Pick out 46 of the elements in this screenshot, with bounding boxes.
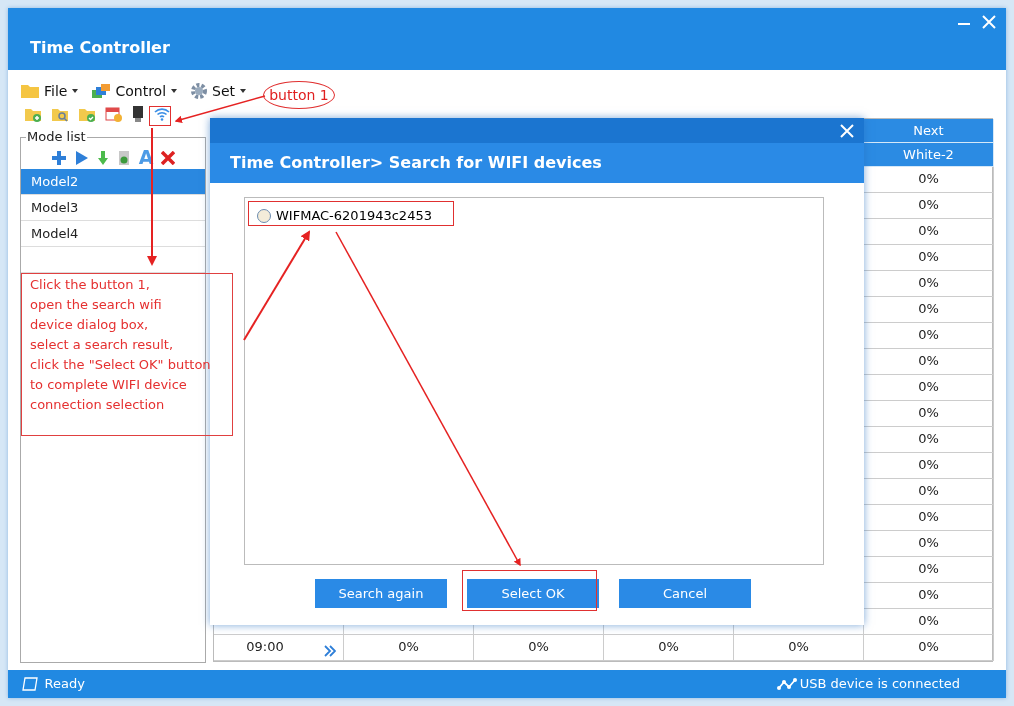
window-title: Time Controller xyxy=(30,37,170,59)
table-cell: 0% xyxy=(344,635,474,661)
play-icon[interactable] xyxy=(74,149,89,166)
folder-icon xyxy=(20,83,40,99)
wifi-icon[interactable] xyxy=(153,106,171,122)
status-text: USB device is connected xyxy=(799,675,960,694)
close-icon[interactable] xyxy=(840,123,854,138)
table-cell: 0% xyxy=(474,635,604,661)
connection-icon xyxy=(776,678,797,690)
menu-item[interactable]: File xyxy=(20,80,80,102)
radio-option[interactable]: WIFMAC-6201943c2453 xyxy=(253,204,436,228)
time-cell: 09:00 xyxy=(214,635,316,661)
caret-icon xyxy=(71,88,80,94)
list-item[interactable]: Model3 xyxy=(21,195,205,221)
calendar-icon[interactable] xyxy=(105,106,123,122)
list-item[interactable]: Model2 xyxy=(21,169,205,195)
usb-drive-icon[interactable] xyxy=(132,105,144,123)
download-arrow-icon[interactable] xyxy=(96,149,109,166)
highlight-frame xyxy=(149,106,171,126)
table-cell: 0% xyxy=(864,635,994,661)
annotation-note: Click the button 1, open the search wifi device dialog box, select a search result, click the "Select OK" button to complete WIFI device connection selection xyxy=(21,273,233,436)
dialog-button[interactable]: Search again xyxy=(315,579,447,608)
dialog-button[interactable]: Cancel xyxy=(619,579,751,608)
caret-icon xyxy=(170,88,179,94)
gear-icon xyxy=(190,82,209,100)
column-header: Next xyxy=(864,119,994,143)
dialog-button[interactable]: Select OK xyxy=(467,579,599,608)
table-cell: 0% xyxy=(604,635,734,661)
caret-icon xyxy=(239,88,248,94)
radio-button[interactable] xyxy=(257,208,271,223)
menu-item[interactable]: Control xyxy=(91,80,179,102)
folder-search-icon[interactable] xyxy=(51,106,69,122)
menu-item[interactable]: Set xyxy=(190,80,248,102)
column-header: White-2 xyxy=(864,143,994,167)
status-text: Ready xyxy=(44,675,85,694)
table-cell: 0% xyxy=(734,635,864,661)
printer-icon[interactable] xyxy=(116,149,131,166)
table-cell: 0% xyxy=(864,609,994,635)
folder-add-icon[interactable] xyxy=(24,106,42,122)
delete-icon[interactable] xyxy=(161,150,176,165)
double-chevron-icon[interactable] xyxy=(323,644,336,657)
folder-check-icon[interactable] xyxy=(78,106,96,122)
add-icon[interactable] xyxy=(50,149,67,166)
windows-icon xyxy=(91,83,112,99)
list-item[interactable]: Model4 xyxy=(21,221,205,247)
dialog-title: Time Controller> Search for WIFI devices xyxy=(210,143,864,183)
